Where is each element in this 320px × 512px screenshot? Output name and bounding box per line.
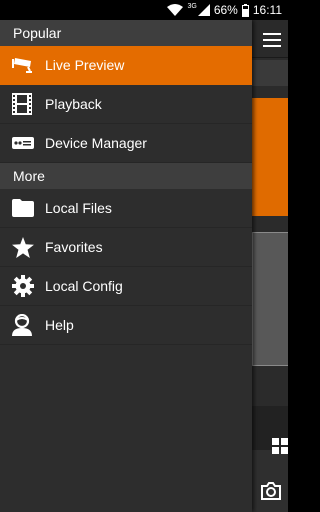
battery-icon (241, 3, 249, 17)
menu-item-label: Live Preview (45, 57, 125, 73)
star-icon (0, 236, 45, 258)
signal-icon (197, 4, 210, 16)
hamburger-menu-icon[interactable] (263, 33, 281, 47)
wifi-icon (167, 4, 184, 16)
menu-item-label: Playback (45, 96, 102, 112)
status-bar: 3G 66% 16:11 (0, 0, 288, 20)
gear-icon (0, 275, 45, 297)
bottom-toolbar (252, 450, 288, 512)
folder-icon (0, 199, 45, 217)
network-type-label: 3G (187, 2, 197, 10)
menu-item-playback[interactable]: Playback (0, 85, 252, 124)
menu-item-favorites[interactable]: Favorites (0, 228, 252, 267)
film-strip-icon (0, 93, 45, 115)
background-app (252, 20, 288, 512)
clock: 16:11 (252, 3, 282, 17)
menu-item-device-manager[interactable]: Device Manager (0, 124, 252, 163)
app-toolbar (252, 20, 288, 58)
section-header-popular: Popular (0, 20, 252, 46)
menu-item-label: Device Manager (45, 135, 147, 151)
menu-item-label: Local Files (45, 200, 112, 216)
menu-item-local-files[interactable]: Local Files (0, 189, 252, 228)
toolbar-strip (252, 60, 288, 86)
battery-percent: 66% (213, 3, 238, 17)
menu-item-label: Help (45, 317, 74, 333)
menu-item-help[interactable]: Help (0, 306, 252, 345)
selected-video-pane[interactable] (252, 98, 288, 216)
menu-item-live-preview[interactable]: Live Preview (0, 46, 252, 85)
video-pane[interactable] (252, 232, 288, 366)
menu-item-label: Favorites (45, 239, 103, 255)
dvr-device-icon (0, 136, 45, 150)
snapshot-camera-icon[interactable] (260, 482, 282, 500)
grid-layout-icon[interactable] (272, 438, 288, 454)
navigation-drawer: Popular Live Preview Playback Device Man… (0, 20, 252, 512)
menu-item-label: Local Config (45, 278, 123, 294)
cctv-camera-icon (0, 55, 45, 75)
section-header-more: More (0, 163, 252, 189)
menu-item-local-config[interactable]: Local Config (0, 267, 252, 306)
person-help-icon (0, 314, 45, 336)
